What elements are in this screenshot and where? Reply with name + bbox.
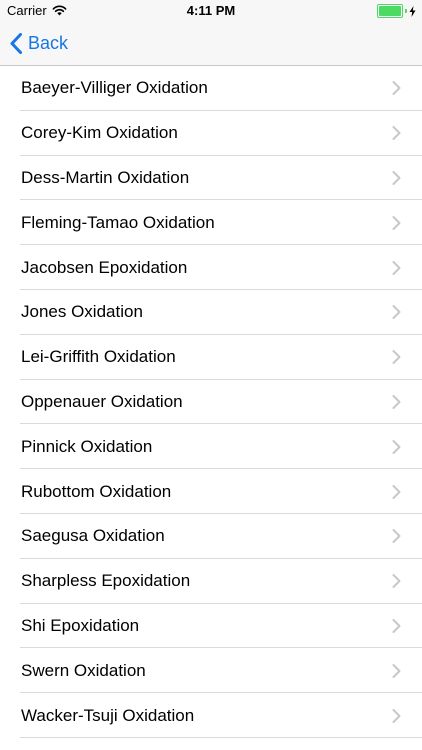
list-item[interactable]: Dess-Martin Oxidation (0, 156, 422, 201)
list-item[interactable]: Rubottom Oxidation (0, 469, 422, 514)
list-item-label: Swern Oxidation (21, 660, 146, 680)
charging-bolt-icon (409, 5, 416, 17)
list-item-label: Pinnick Oxidation (21, 436, 153, 456)
status-time: 4:11 PM (186, 3, 236, 18)
chevron-right-icon (392, 215, 401, 230)
reaction-list: Baeyer-Villiger Oxidation Corey-Kim Oxid… (0, 66, 422, 738)
list-item-label: Rubottom Oxidation (21, 481, 172, 501)
battery-indicator (377, 4, 416, 18)
list-item-label: Dess-Martin Oxidation (21, 167, 190, 187)
chevron-right-icon (392, 484, 401, 499)
list-item-label: Lei-Griffith Oxidation (21, 347, 176, 367)
list-item-label: Wacker-Tsuji Oxidation (21, 705, 195, 725)
list-item[interactable]: Pinnick Oxidation (0, 424, 422, 469)
chevron-right-icon (392, 305, 401, 320)
list-item-label: Jacobsen Epoxidation (21, 257, 188, 277)
chevron-right-icon (392, 260, 401, 275)
chevron-right-icon (392, 81, 401, 96)
status-bar: Carrier 4:11 PM (0, 0, 422, 20)
list-item[interactable]: Oppenauer Oxidation (0, 380, 422, 425)
list-item[interactable]: Corey-Kim Oxidation (0, 111, 422, 156)
list-item-label: Baeyer-Villiger Oxidation (21, 78, 208, 98)
chevron-right-icon (392, 170, 401, 185)
chevron-right-icon (392, 618, 401, 633)
chevron-right-icon (392, 394, 401, 409)
list-item[interactable]: Wacker-Tsuji Oxidation (0, 693, 422, 738)
list-item-label: Shi Epoxidation (21, 615, 140, 635)
back-label: Back (28, 32, 69, 53)
chevron-right-icon (392, 529, 401, 544)
chevron-right-icon (392, 439, 401, 454)
list-item[interactable]: Lei-Griffith Oxidation (0, 335, 422, 380)
battery-tip (405, 9, 407, 13)
navigation-bar: Back (0, 20, 422, 66)
chevron-right-icon (392, 126, 401, 141)
list-item-label: Fleming-Tamao Oxidation (21, 212, 215, 232)
list-item[interactable]: Baeyer-Villiger Oxidation (0, 66, 422, 111)
list-item[interactable]: Jones Oxidation (0, 290, 422, 335)
list-item-label: Oppenauer Oxidation (21, 391, 183, 411)
chevron-left-icon (10, 32, 22, 54)
list-item-label: Saegusa Oxidation (21, 526, 165, 546)
chevron-right-icon (392, 350, 401, 365)
list-item[interactable]: Fleming-Tamao Oxidation (0, 200, 422, 245)
list-item[interactable]: Shi Epoxidation (0, 604, 422, 649)
list-item[interactable]: Swern Oxidation (0, 648, 422, 693)
chevron-right-icon (392, 708, 401, 723)
chevron-right-icon (392, 663, 401, 678)
battery-fill (379, 6, 401, 16)
chevron-right-icon (392, 574, 401, 589)
list-item[interactable]: Saegusa Oxidation (0, 514, 422, 559)
battery-icon (377, 4, 403, 18)
back-button[interactable]: Back (10, 28, 68, 58)
list-item-label: Sharpless Epoxidation (21, 571, 191, 591)
list-item-label: Jones Oxidation (21, 302, 143, 322)
list-item[interactable]: Jacobsen Epoxidation (0, 245, 422, 290)
list-item-label: Corey-Kim Oxidation (21, 123, 178, 143)
list-item[interactable]: Sharpless Epoxidation (0, 559, 422, 604)
